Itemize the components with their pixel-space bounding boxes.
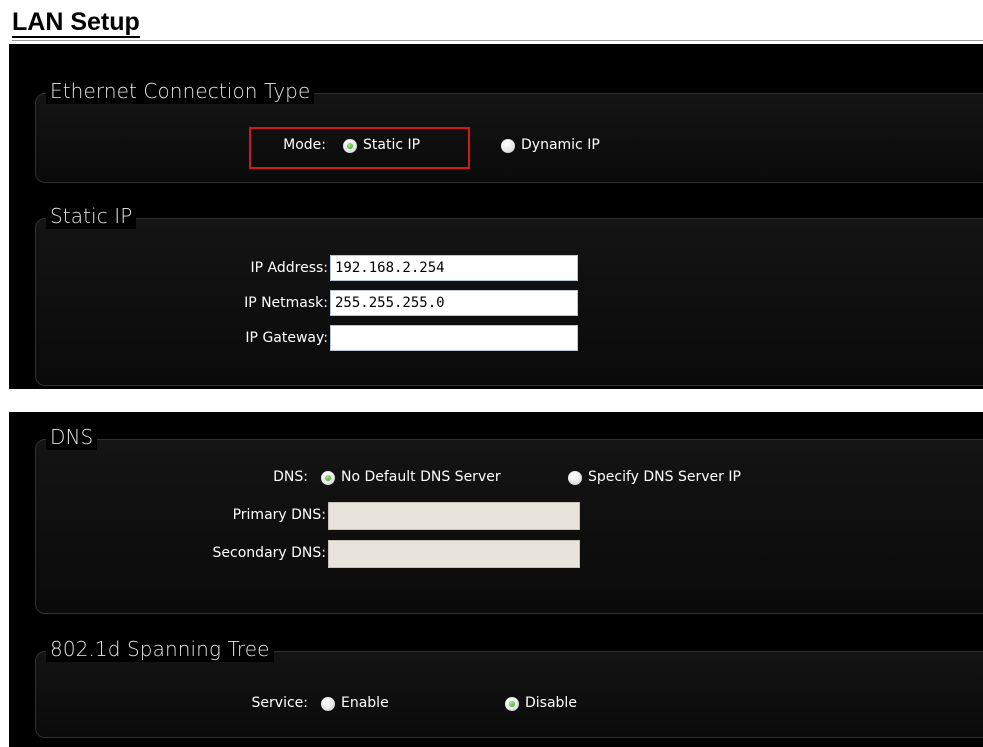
service-label: Service:	[251, 695, 308, 711]
ip-netmask-input[interactable]: 255.255.255.0	[330, 290, 578, 316]
dynamic-ip-radio[interactable]	[501, 139, 515, 153]
no-default-dns-radio[interactable]	[321, 471, 335, 485]
ip-gateway-label: IP Gateway:	[245, 330, 328, 346]
primary-dns-label: Primary DNS:	[232, 507, 326, 523]
ip-netmask-label: IP Netmask:	[244, 295, 328, 311]
disable-radio[interactable]	[505, 697, 519, 711]
dns-fieldset: DNS DNS: No Default DNS Server Specify D…	[35, 424, 983, 614]
secondary-dns-label: Secondary DNS:	[212, 545, 326, 561]
page-title: LAN Setup	[12, 8, 140, 38]
page-title-bar: LAN Setup	[0, 0, 983, 44]
ip-address-label: IP Address:	[250, 260, 329, 276]
enable-option-label[interactable]: Enable	[341, 695, 389, 711]
static-ip-radio[interactable]	[343, 139, 357, 153]
static-ip-fieldset: Static IP IP Address: 192.168.2.254 IP N…	[35, 203, 983, 386]
secondary-dns-input[interactable]	[328, 540, 580, 568]
dns-legend: DNS	[46, 424, 98, 450]
enable-radio[interactable]	[321, 697, 335, 711]
dns-mode-label: DNS:	[273, 469, 308, 485]
top-panel: Ethernet Connection Type Mode: Static IP…	[9, 44, 983, 389]
ip-address-input[interactable]: 192.168.2.254	[330, 255, 578, 281]
no-default-dns-option-label[interactable]: No Default DNS Server	[341, 469, 501, 485]
primary-dns-input[interactable]	[328, 502, 580, 530]
spanning-tree-legend: 802.1d Spanning Tree	[46, 636, 274, 662]
title-divider	[12, 40, 983, 41]
specify-dns-radio[interactable]	[568, 471, 582, 485]
ethernet-connection-legend: Ethernet Connection Type	[46, 78, 315, 104]
static-ip-option-label[interactable]: Static IP	[363, 137, 420, 153]
disable-option-label[interactable]: Disable	[525, 695, 577, 711]
ethernet-connection-fieldset: Ethernet Connection Type Mode: Static IP…	[35, 78, 983, 183]
specify-dns-option-label[interactable]: Specify DNS Server IP	[588, 469, 741, 485]
ip-gateway-input[interactable]	[330, 325, 578, 351]
spanning-tree-fieldset: 802.1d Spanning Tree Service: Enable Dis…	[35, 636, 983, 738]
dynamic-ip-option-label[interactable]: Dynamic IP	[521, 137, 600, 153]
mode-label: Mode:	[283, 137, 326, 153]
static-ip-legend: Static IP	[46, 203, 137, 229]
bottom-panel: DNS DNS: No Default DNS Server Specify D…	[9, 412, 983, 747]
